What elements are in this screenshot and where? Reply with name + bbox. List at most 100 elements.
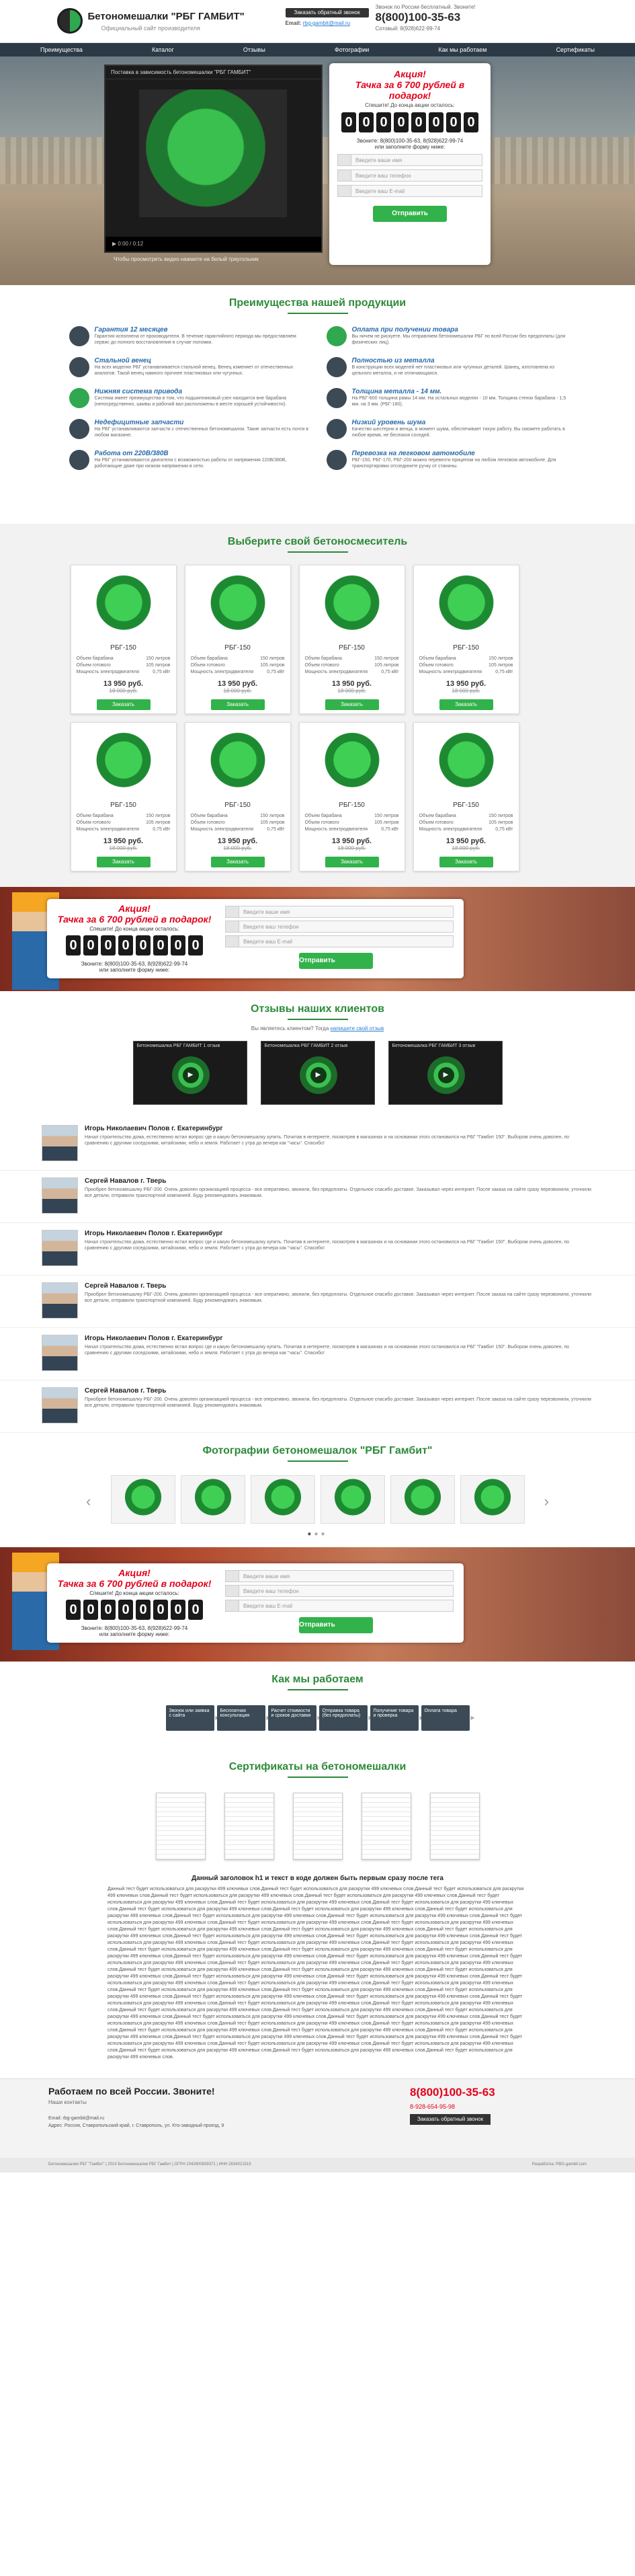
email-input[interactable]: Введите ваш E-mail	[337, 185, 482, 197]
product-image[interactable]	[76, 728, 171, 799]
submit-button[interactable]: Отправить	[373, 206, 447, 222]
advantage-title: Толщина металла - 14 мм.	[351, 388, 442, 395]
countdown-timer: 0 0 0 0 0 0 0 0	[337, 112, 482, 132]
video-thumb-title: Бетономешалка РБГ ГАМБИТ 1 отзыв	[136, 1044, 220, 1048]
gallery-photo[interactable]	[250, 1475, 315, 1524]
footer-left: Работаем по всей России. Звоните! Наши к…	[48, 2086, 224, 2130]
product-image[interactable]	[190, 728, 285, 799]
submit-button[interactable]: Отправить	[299, 1617, 373, 1633]
user-icon	[226, 1571, 239, 1582]
thickness-icon	[326, 388, 347, 408]
product-spec: Объем барабана 150 литров	[77, 813, 171, 820]
video-controls[interactable]: ▶ 0:00 / 0:12	[105, 237, 321, 251]
timer-digit: 0	[136, 1600, 151, 1620]
promo-inputs: Введите ваше имя Введите ваш телефон Вве…	[225, 1567, 454, 1633]
product-name: РБГ-150	[453, 644, 479, 652]
certificate-image[interactable]	[429, 1793, 480, 1860]
certificate-image[interactable]	[361, 1793, 411, 1860]
product-image[interactable]	[304, 728, 399, 799]
gallery-dots[interactable]: ●●●	[0, 1530, 635, 1538]
advantage-text: РБГ-150, РБГ-170, РБГ-200 можно перевезт…	[351, 458, 556, 469]
offer-subtitle: Тачка за 6 700 рублей в подарок!	[355, 79, 465, 101]
developer-link[interactable]: Разработка: RBG-gambit.com	[532, 2162, 587, 2168]
gallery-photo[interactable]	[180, 1475, 245, 1524]
step-item: Бесплатная консультация	[216, 1705, 271, 1731]
arrow-left-icon[interactable]: ‹	[86, 1493, 91, 1510]
certificate-image[interactable]	[224, 1793, 274, 1860]
arrow-right-icon[interactable]: ›	[544, 1493, 549, 1510]
spec-label: Объем барабана	[76, 656, 114, 661]
order-button[interactable]: Заказать	[96, 699, 151, 710]
product-image[interactable]	[419, 571, 513, 641]
gallery-photo[interactable]	[320, 1475, 385, 1524]
name-input[interactable]: Введите ваше имя	[225, 1570, 454, 1582]
play-icon[interactable]: ▶	[437, 1067, 454, 1083]
phone-input[interactable]: Введите ваш телефон	[337, 169, 482, 182]
order-button[interactable]: Заказать	[325, 699, 379, 710]
play-icon[interactable]: ▶	[182, 1067, 199, 1083]
main-nav: Преимущества Каталог Отзывы Фотографии К…	[0, 43, 635, 56]
play-icon[interactable]: ▶	[112, 241, 116, 247]
gallery-photo[interactable]	[460, 1475, 525, 1524]
certificate-image[interactable]	[155, 1793, 206, 1860]
nav-item-certs[interactable]: Сертификаты	[543, 43, 608, 56]
avatar	[42, 1387, 78, 1423]
product-spec: Мощность электродвигателя 0,75 кВт	[191, 669, 285, 676]
mobile-number[interactable]: 8(928)622-99-74	[400, 26, 441, 32]
video-thumb[interactable]: Бетономешалка РБГ ГАМБИТ 3 отзыв ▶	[388, 1041, 503, 1105]
nav-item-advantages[interactable]: Преимущества	[27, 43, 96, 56]
footer-callback-button[interactable]: Заказать обратный звонок	[410, 2114, 491, 2125]
nav-item-reviews[interactable]: Отзывы	[230, 43, 279, 56]
product-spec: Объем барабана 150 литров	[191, 813, 285, 820]
product-image[interactable]	[419, 728, 513, 799]
footer-mobile[interactable]: 8-928-654-95-98	[410, 2103, 495, 2110]
video-thumb[interactable]: Бетономешалка РБГ ГАМБИТ 1 отзыв ▶	[132, 1041, 247, 1105]
nav-item-photos[interactable]: Фотографии	[321, 43, 382, 56]
gallery-photo[interactable]	[390, 1475, 455, 1524]
header-phone[interactable]: 8(800)100-35-63	[376, 11, 461, 24]
timer-digit: 0	[394, 112, 409, 132]
order-button[interactable]: Заказать	[210, 857, 265, 867]
name-input[interactable]: Введите ваше имя	[337, 154, 482, 166]
email-input[interactable]: Введите ваш E-mail	[225, 1600, 454, 1612]
certificate-image[interactable]	[292, 1793, 343, 1860]
advantage-item: Низкий уровень шума Качество шестерни и в…	[326, 419, 566, 446]
product-image[interactable]	[304, 571, 399, 641]
product-image[interactable]	[190, 571, 285, 641]
order-button[interactable]: Заказать	[210, 699, 265, 710]
logo-icon[interactable]	[56, 8, 83, 34]
nav-item-catalog[interactable]: Каталог	[138, 43, 187, 56]
order-button[interactable]: Заказать	[439, 857, 493, 867]
timer-digit: 0	[464, 112, 478, 132]
footer-email[interactable]: Email: rbg-gambit@mail.ru	[48, 2115, 224, 2122]
order-button[interactable]: Заказать	[325, 857, 379, 867]
product-image[interactable]	[76, 571, 171, 641]
phone-input[interactable]: Введите ваш телефон	[225, 1585, 454, 1597]
hero-section: Поставка в зависимость бетономешалки "РБ…	[0, 56, 635, 285]
header-mobile: Сотовый: 8(928)622-99-74	[376, 26, 441, 32]
nav-item-how[interactable]: Как мы работаем	[425, 43, 500, 56]
catalog-section: Выберите свой бетоносмеситель РБГ-150 Об…	[0, 524, 635, 887]
spec-value: 150 литров	[260, 814, 285, 818]
footer-phone[interactable]: 8(800)100-35-63	[410, 2086, 495, 2099]
advantage-item: Полностью из металла В конструкции всех м…	[326, 357, 566, 384]
product-spec: Объем готового 105 литров	[191, 820, 285, 826]
submit-button[interactable]: Отправить	[299, 953, 373, 969]
order-button[interactable]: Заказать	[439, 699, 493, 710]
video-thumb[interactable]: Бетономешалка РБГ ГАМБИТ 2 отзыв ▶	[260, 1041, 375, 1105]
photos-title: Фотографии бетономешалок "РБГ Гамбит"	[0, 1433, 635, 1465]
spec-value: 0,75 кВт	[153, 670, 171, 674]
phone-input[interactable]: Введите ваш телефон	[225, 921, 454, 933]
product-old-price: 18 000 руб.	[109, 688, 138, 694]
hero-video[interactable]: Поставка в зависимость бетономешалки "РБ…	[104, 65, 323, 262]
email-input[interactable]: Введите ваш E-mail	[225, 935, 454, 947]
product-spec: Объем барабана 150 литров	[419, 656, 513, 662]
email-link[interactable]: rbg-gambit@mail.ru	[303, 20, 350, 26]
order-button[interactable]: Заказать	[96, 857, 151, 867]
play-icon[interactable]: ▶	[310, 1067, 327, 1083]
name-input[interactable]: Введите ваше имя	[225, 906, 454, 918]
gallery-photo[interactable]	[110, 1475, 175, 1524]
callback-button[interactable]: Заказать обратный звонок	[285, 8, 369, 17]
write-review-link[interactable]: напишите свой отзыв	[331, 1025, 384, 1031]
spec-label: Объем барабана	[419, 656, 456, 661]
